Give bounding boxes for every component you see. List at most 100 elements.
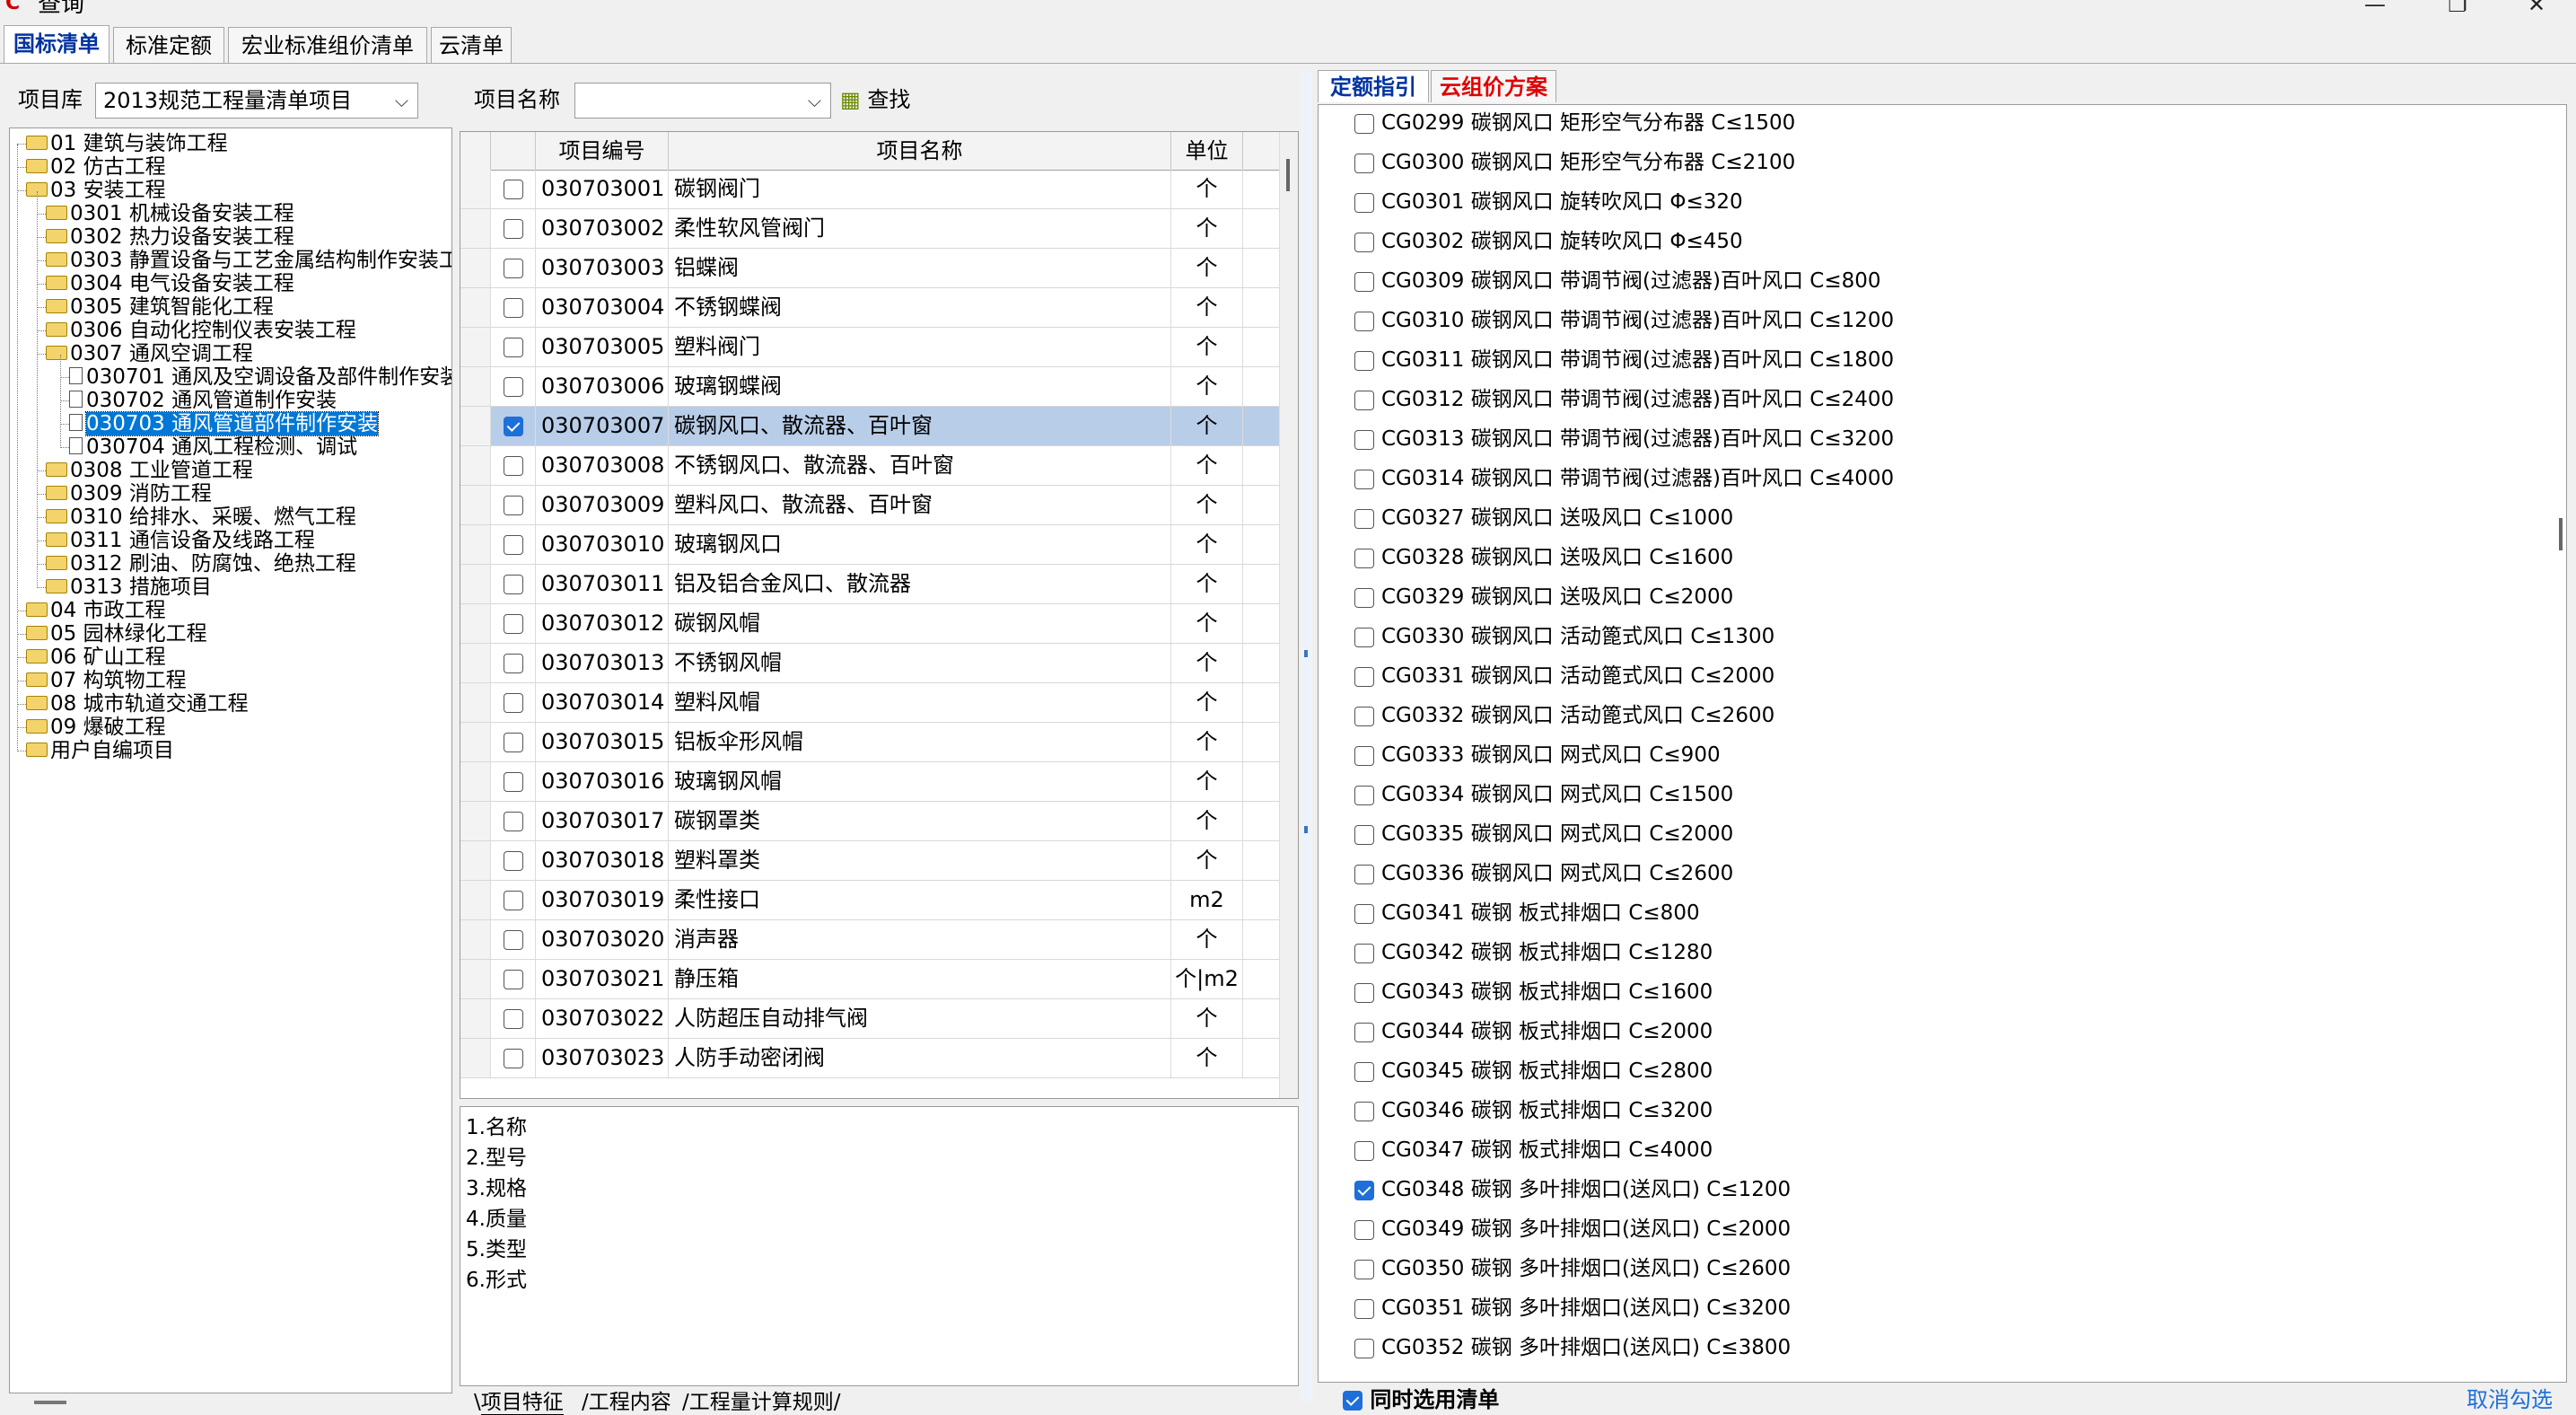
checkbox-icon[interactable] bbox=[1354, 153, 1374, 173]
tree-node[interactable]: 07 构筑物工程 bbox=[26, 669, 187, 692]
checkbox-icon[interactable] bbox=[1354, 311, 1374, 331]
checkbox-icon[interactable] bbox=[1354, 192, 1374, 213]
row-checkbox-cell[interactable] bbox=[491, 802, 536, 840]
tab-hongye-pricing[interactable]: 宏业标准组价清单 bbox=[228, 27, 427, 63]
checkbox-icon[interactable] bbox=[1354, 548, 1374, 568]
tree-node[interactable]: 030702 通风管道制作安装 bbox=[69, 389, 337, 412]
tree-node[interactable]: 0305 建筑智能化工程 bbox=[46, 295, 274, 319]
quota-item[interactable]: CG0334 碳钢风口 网式风口 C≤1500 bbox=[1354, 777, 1733, 813]
quota-item[interactable]: CG0311 碳钢风口 带调节阀(过滤器)百叶风口 C≤1800 bbox=[1354, 342, 1894, 378]
grid-header-code[interactable]: 项目编号 bbox=[536, 132, 669, 170]
tree-node[interactable]: 030704 通风工程检测、调试 bbox=[69, 435, 357, 459]
row-checkbox-cell[interactable] bbox=[491, 249, 536, 287]
minimize-icon[interactable]: — bbox=[2357, 0, 2393, 15]
tab-work-content[interactable]: /工程内容 bbox=[582, 1390, 671, 1415]
row-checkbox-cell[interactable] bbox=[491, 999, 536, 1038]
table-row[interactable]: 030703015 铝板伞形风帽个 bbox=[460, 723, 1298, 762]
checkbox-icon[interactable] bbox=[503, 654, 523, 673]
table-row[interactable]: 030703017 碳钢罩类个 bbox=[460, 802, 1298, 841]
checkbox-icon[interactable] bbox=[1354, 1219, 1374, 1240]
quota-item[interactable]: CG0332 碳钢风口 活动篦式风口 C≤2600 bbox=[1354, 698, 1774, 734]
row-checkbox-cell[interactable] bbox=[491, 486, 536, 524]
quota-item[interactable]: CG0333 碳钢风口 网式风口 C≤900 bbox=[1354, 737, 1721, 773]
checkbox-icon[interactable] bbox=[1354, 390, 1374, 410]
quota-item[interactable]: CG0314 碳钢风口 带调节阀(过滤器)百叶风口 C≤4000 bbox=[1354, 461, 1894, 497]
table-row[interactable]: 030703006 玻璃钢蝶阀个 bbox=[460, 367, 1298, 407]
tab-cloud-pricing[interactable]: 云组价方案 bbox=[1431, 70, 1556, 102]
checkbox-icon[interactable] bbox=[503, 496, 523, 515]
table-row[interactable]: 030703012 碳钢风帽个 bbox=[460, 604, 1298, 644]
tree-node[interactable]: 02 仿古工程 bbox=[26, 155, 166, 179]
quota-item[interactable]: CG0351 碳钢 多叶排烟口(送风口) C≤3200 bbox=[1354, 1290, 1791, 1326]
checkbox-icon[interactable] bbox=[1354, 864, 1374, 884]
tree-node[interactable]: 0309 消防工程 bbox=[46, 482, 212, 505]
quota-item[interactable]: CG0346 碳钢 板式排烟口 C≤3200 bbox=[1354, 1093, 1713, 1129]
tree-node[interactable]: 01 建筑与装饰工程 bbox=[26, 132, 228, 155]
quota-item[interactable]: CG0309 碳钢风口 带调节阀(过滤器)百叶风口 C≤800 bbox=[1354, 263, 1881, 299]
table-row[interactable]: 030703021 静压箱 个|m2 bbox=[460, 960, 1298, 999]
row-checkbox-cell[interactable] bbox=[491, 604, 536, 643]
checkbox-icon[interactable] bbox=[1354, 1101, 1374, 1121]
row-checkbox-cell[interactable] bbox=[491, 565, 536, 603]
table-row[interactable]: 030703011 铝及铝合金风口、散流器个 bbox=[460, 565, 1298, 604]
checkbox-icon[interactable] bbox=[503, 812, 523, 831]
checkbox-icon[interactable] bbox=[503, 772, 523, 792]
tree-node[interactable]: 08 城市轨道交通工程 bbox=[26, 692, 249, 716]
tab-cloud-list[interactable]: 云清单 bbox=[431, 27, 512, 63]
panel-splitter[interactable] bbox=[1301, 72, 1312, 1401]
checkbox-icon[interactable] bbox=[503, 1049, 523, 1068]
checkbox-icon[interactable] bbox=[503, 693, 523, 713]
quota-item[interactable]: CG0327 碳钢风口 送吸风口 C≤1000 bbox=[1354, 500, 1733, 536]
row-checkbox-cell[interactable] bbox=[491, 644, 536, 682]
quota-item[interactable]: CG0341 碳钢 板式排烟口 C≤800 bbox=[1354, 895, 1700, 931]
checkbox-icon[interactable] bbox=[1354, 745, 1374, 766]
tree-node[interactable]: 用户自编项目 bbox=[26, 739, 174, 762]
checkbox-icon[interactable] bbox=[1354, 271, 1374, 292]
tab-calc-rules[interactable]: /工程量计算规则/ bbox=[682, 1390, 841, 1415]
tree-node[interactable]: 0306 自动化控制仪表安装工程 bbox=[46, 319, 356, 342]
table-row[interactable]: 030703001 碳钢阀门个 bbox=[460, 170, 1298, 209]
table-row[interactable]: 030703023 人防手动密闭阀个 bbox=[460, 1039, 1298, 1078]
quota-item[interactable]: CG0302 碳钢风口 旋转吹风口 Φ≤450 bbox=[1354, 224, 1743, 259]
quota-item[interactable]: CG0330 碳钢风口 活动篦式风口 C≤1300 bbox=[1354, 619, 1774, 655]
also-select-list-checkbox[interactable]: 同时选用清单 bbox=[1343, 1386, 1499, 1413]
checkbox-icon[interactable] bbox=[503, 891, 523, 910]
tab-item-features[interactable]: \项目特征 bbox=[474, 1390, 564, 1415]
tree-node[interactable]: 0304 电气设备安装工程 bbox=[46, 272, 294, 295]
checkbox-icon[interactable] bbox=[1354, 1298, 1374, 1319]
checkbox-icon[interactable] bbox=[1354, 903, 1374, 924]
row-checkbox-cell[interactable] bbox=[491, 723, 536, 761]
table-row[interactable]: 030703008 不锈钢风口、散流器、百叶窗个 bbox=[460, 446, 1298, 486]
tree-node[interactable]: 0310 给排水、采暖、燃气工程 bbox=[46, 505, 356, 529]
tree-node[interactable]: 06 矿山工程 bbox=[26, 646, 166, 669]
checkbox-icon[interactable] bbox=[1354, 1259, 1374, 1279]
checkbox-icon[interactable] bbox=[1354, 1061, 1374, 1082]
row-checkbox-cell[interactable] bbox=[491, 209, 536, 248]
search-input[interactable]: ⌵ bbox=[574, 83, 831, 119]
tree-node[interactable]: 09 爆破工程 bbox=[26, 716, 166, 739]
checkbox-icon[interactable] bbox=[1354, 706, 1374, 726]
quota-item[interactable]: CG0329 碳钢风口 送吸风口 C≤2000 bbox=[1354, 579, 1733, 615]
checkbox-icon[interactable] bbox=[1354, 943, 1374, 963]
table-row[interactable]: 030703010 玻璃钢风口个 bbox=[460, 525, 1298, 565]
table-row[interactable]: 030703013 不锈钢风帽个 bbox=[460, 644, 1298, 683]
checkbox-icon[interactable] bbox=[1354, 429, 1374, 450]
checkbox-icon[interactable] bbox=[503, 338, 523, 357]
table-row[interactable]: 030703018 塑料罩类个 bbox=[460, 841, 1298, 881]
table-row[interactable]: 030703022 人防超压自动排气阀个 bbox=[460, 999, 1298, 1039]
checkbox-icon[interactable] bbox=[1354, 666, 1374, 687]
row-checkbox-cell[interactable] bbox=[491, 328, 536, 366]
grid-scroll-thumb[interactable] bbox=[1286, 159, 1290, 191]
checkbox-icon[interactable] bbox=[1354, 982, 1374, 1003]
checkbox-icon[interactable] bbox=[503, 456, 523, 476]
table-row[interactable]: 030703014 塑料风帽个 bbox=[460, 683, 1298, 723]
tree-node[interactable]: 030703 通风管道部件制作安装 bbox=[69, 411, 380, 436]
quota-item[interactable]: CG0336 碳钢风口 网式风口 C≤2600 bbox=[1354, 856, 1733, 892]
table-row[interactable]: 030703019 柔性接口 m2 bbox=[460, 881, 1298, 920]
checkbox-icon[interactable] bbox=[503, 535, 523, 555]
checkbox-icon[interactable] bbox=[1354, 627, 1374, 647]
quota-item[interactable]: CG0335 碳钢风口 网式风口 C≤2000 bbox=[1354, 816, 1733, 852]
tree-node[interactable]: 0313 措施项目 bbox=[46, 576, 212, 599]
row-checkbox-cell[interactable] bbox=[491, 446, 536, 485]
tree-node[interactable]: 03 安装工程 bbox=[26, 179, 166, 202]
